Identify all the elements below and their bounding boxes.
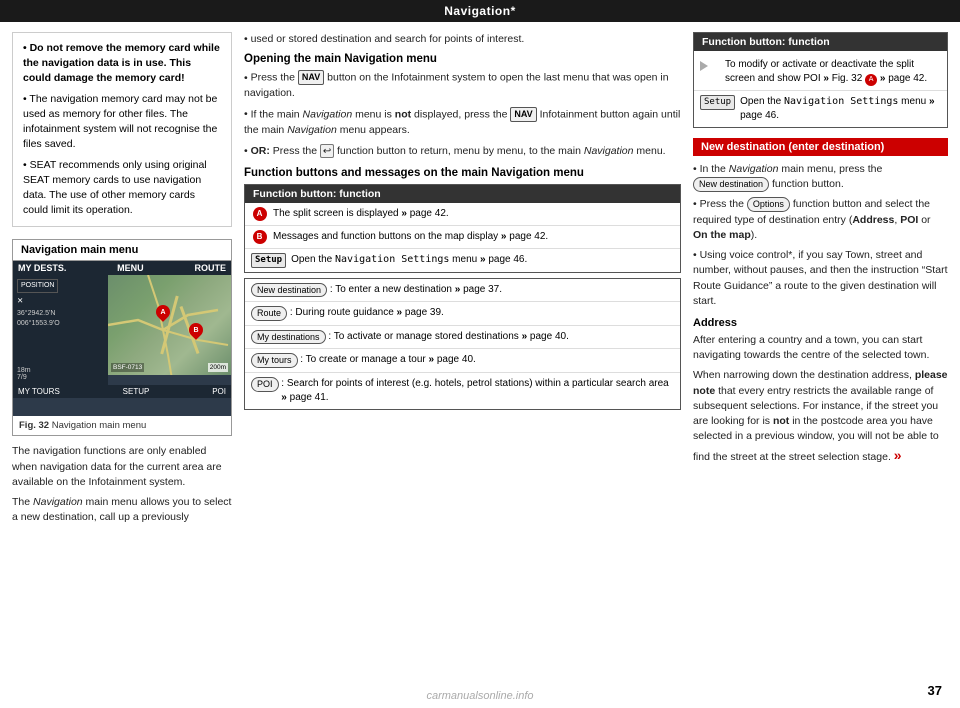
nav-top-bar: MY DESTS. MENU ROUTE bbox=[13, 261, 231, 275]
right-func-table: Function button: function To modify or a… bbox=[693, 32, 948, 128]
func-btn-row-setup: Setup Open the Navigation Settings menu … bbox=[245, 249, 680, 272]
func-btn-row-mytours: My tours : To create or manage a tour » … bbox=[245, 349, 680, 373]
setup-badge: Setup bbox=[251, 253, 286, 268]
func-btn-icon-setup: Setup bbox=[251, 253, 291, 268]
func-btn-row-mydests: My destinations : To activate or manage … bbox=[245, 326, 680, 350]
marker-a-label: A bbox=[160, 309, 165, 316]
play-arrow-icon bbox=[700, 61, 708, 71]
right-func-icon-1 bbox=[700, 59, 720, 76]
circle-b: B bbox=[253, 230, 267, 244]
middle-column: used or stored destination and search fo… bbox=[244, 32, 681, 698]
func-btn-table-2: New destination : To enter a new destina… bbox=[244, 278, 681, 410]
my-tours-btn: My tours bbox=[251, 353, 298, 368]
route-btn: Route bbox=[251, 306, 287, 321]
fig-caption-text: Navigation main menu bbox=[52, 420, 147, 431]
nav-route-btn: ROUTE bbox=[194, 263, 226, 273]
mid-bullet-2: If the main Navigation menu is not displ… bbox=[244, 107, 681, 138]
top-bar-title: Navigation* bbox=[444, 4, 516, 18]
right-func-text-2: Open the Navigation Settings menu » page… bbox=[740, 95, 941, 123]
nav-screenshot: MY DESTS. MENU ROUTE POSITION ✕ 36°2942.… bbox=[13, 261, 231, 416]
warning-bullet-3: • SEAT recommends only using original SE… bbox=[23, 158, 221, 219]
nav-bottom-bar: MY TOURS SETUP POI bbox=[13, 385, 231, 398]
warning-box: • Do not remove the memory card while th… bbox=[12, 32, 232, 227]
func-btn-text-b: Messages and function buttons on the map… bbox=[273, 230, 548, 244]
new-dest-header: New destination (enter destination) bbox=[693, 138, 948, 156]
nav-my-tours: MY TOURS bbox=[18, 387, 60, 396]
func-btn-row-poi: POI : Search for points of interest (e.g… bbox=[245, 373, 680, 409]
poi-btn: POI bbox=[251, 377, 279, 392]
nav-map-svg bbox=[108, 275, 231, 375]
new-dest-btn-right: New destination bbox=[693, 177, 769, 192]
nav-ref: BSF-0713 bbox=[111, 363, 144, 372]
circle-a: A bbox=[253, 207, 267, 221]
left-body-text-2: The Navigation main menu allows you to s… bbox=[12, 495, 232, 525]
nav-key-2: NAV bbox=[510, 107, 536, 122]
mid-heading-func: Function buttons and messages on the mai… bbox=[244, 167, 681, 179]
nav-settings-code: Navigation Settings bbox=[335, 254, 449, 265]
func-btn-text-a: The split screen is displayed » page 42. bbox=[273, 207, 449, 221]
right-func-header: Function button: function bbox=[694, 33, 947, 51]
right-func-text-1: To modify or activate or deactivate the … bbox=[725, 58, 941, 86]
top-bar: Navigation* bbox=[0, 0, 960, 22]
right-func-row-1: To modify or activate or deactivate the … bbox=[694, 54, 947, 91]
func-btn-text-setup: Open the Navigation Settings menu » page… bbox=[291, 253, 527, 267]
left-body-text-1: The navigation functions are only enable… bbox=[12, 444, 232, 490]
func-btn-row-a: A The split screen is displayed » page 4… bbox=[245, 203, 680, 226]
func-btn-icon-b: B bbox=[251, 230, 273, 244]
func-btn-row-b: B Messages and function buttons on the m… bbox=[245, 226, 680, 249]
right-bullet-1: In the Navigation main menu, press the N… bbox=[693, 162, 948, 192]
nav-scale-label: 200m bbox=[208, 363, 228, 372]
marker-b-label: B bbox=[193, 327, 198, 334]
func-btn-icon-a: A bbox=[251, 207, 273, 221]
func-btn-row-route: Route : During route guidance » page 39. bbox=[245, 302, 680, 326]
mid-bullet-3: OR: Press the ↩ function button to retur… bbox=[244, 144, 681, 159]
right-bullet-2: Press the Options function button and se… bbox=[693, 197, 948, 243]
nav-settings-code-right: Navigation Settings bbox=[784, 96, 898, 107]
left-column: • Do not remove the memory card while th… bbox=[12, 32, 232, 698]
content-area: • Do not remove the memory card while th… bbox=[0, 22, 960, 708]
page-number: 37 bbox=[928, 683, 942, 698]
nav-setup: SETUP bbox=[123, 387, 150, 396]
mid-continuation: used or stored destination and search fo… bbox=[244, 32, 681, 47]
func-btn-row-newdest: New destination : To enter a new destina… bbox=[245, 279, 680, 303]
nav-poi: POI bbox=[212, 387, 226, 396]
mid-bullet-1: Press the NAV button on the Infotainment… bbox=[244, 70, 681, 101]
nav-my-dests: MY DESTS. bbox=[18, 263, 66, 273]
new-dest-btn: New destination bbox=[251, 283, 327, 298]
continue-arrow: » bbox=[894, 447, 902, 463]
nav-key-1: NAV bbox=[298, 70, 324, 85]
mid-heading-opening: Opening the main Navigation menu bbox=[244, 53, 681, 65]
nav-main-menu-box: Navigation main menu MY DESTS. MENU ROUT… bbox=[12, 239, 232, 436]
nav-time: 7/9 bbox=[17, 374, 104, 381]
fig-caption: Fig. 32 Navigation main menu bbox=[13, 416, 231, 435]
right-addr-text-1: After entering a country and a town, you… bbox=[693, 333, 948, 363]
nav-main-menu-title: Navigation main menu bbox=[13, 240, 231, 261]
nav-distance: 18m bbox=[17, 367, 104, 374]
func-btn-table: Function button: function A The split sc… bbox=[244, 184, 681, 273]
nav-coord-1: 36°2942.5'N bbox=[17, 309, 104, 319]
addr-heading: Address bbox=[693, 317, 948, 329]
right-addr-text-2: When narrowing down the destination addr… bbox=[693, 368, 948, 464]
warning-bullet-1: • Do not remove the memory card while th… bbox=[23, 41, 221, 87]
back-btn-icon: ↩ bbox=[320, 144, 334, 158]
right-setup-badge: Setup bbox=[700, 95, 735, 110]
watermark: carmanualsonline.info bbox=[426, 690, 533, 702]
right-func-row-2: Setup Open the Navigation Settings menu … bbox=[694, 91, 947, 127]
nav-coord-2: 006°1553.9'O bbox=[17, 319, 104, 329]
func-btn-header: Function button: function bbox=[245, 185, 680, 203]
my-dests-btn: My destinations bbox=[251, 330, 326, 345]
options-btn: Options bbox=[747, 197, 790, 212]
left-body: The navigation functions are only enable… bbox=[12, 444, 232, 525]
warning-bullet-2: • The navigation memory card may not be … bbox=[23, 92, 221, 153]
right-column: Function button: function To modify or a… bbox=[693, 32, 948, 698]
fig32-badge: A bbox=[865, 74, 877, 86]
right-bullet-3: Using voice control*, if you say Town, s… bbox=[693, 248, 948, 309]
page: Navigation* • Do not remove the memory c… bbox=[0, 0, 960, 708]
fig-label: Fig. 32 bbox=[19, 420, 49, 431]
nav-menu-btn: MENU bbox=[117, 263, 144, 273]
